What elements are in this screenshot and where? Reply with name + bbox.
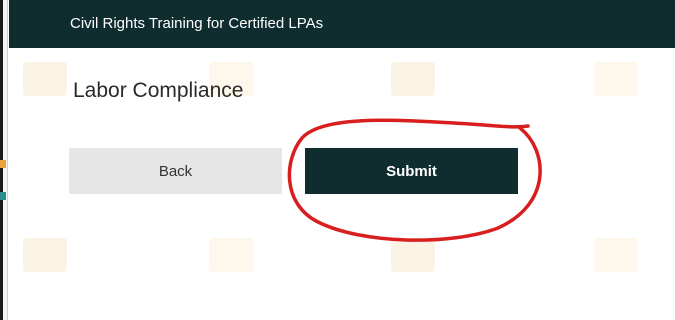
background-watermark [594, 238, 638, 272]
edge-mark-orange [0, 160, 6, 168]
background-watermark [209, 238, 253, 272]
window-left-edge [0, 0, 8, 320]
submit-button[interactable]: Submit [305, 148, 518, 194]
background-watermark [391, 62, 435, 96]
content-area: Labor Compliance Back Submit [9, 48, 675, 320]
header-bar: Civil Rights Training for Certified LPAs [9, 0, 675, 48]
background-watermark [23, 62, 67, 96]
edge-mark-teal [0, 192, 6, 200]
back-button[interactable]: Back [69, 148, 282, 194]
background-watermark [23, 238, 67, 272]
course-title: Civil Rights Training for Certified LPAs [70, 15, 324, 32]
background-watermark [594, 62, 638, 96]
section-title: Labor Compliance [73, 79, 244, 102]
background-watermark [391, 238, 435, 272]
